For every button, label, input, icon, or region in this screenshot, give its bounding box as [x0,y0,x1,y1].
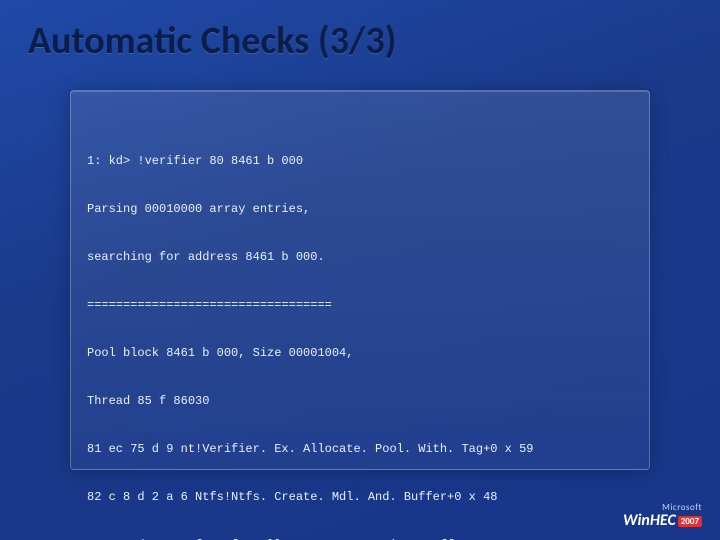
slide: Automatic Checks (3/3) 1: kd> !verifier … [0,0,720,540]
code-line: 1: kd> !verifier 80 8461 b 000 [87,153,633,169]
brand-year: 2007 [678,516,702,527]
footer-logo: Microsoft WinHEC2007 [623,502,702,530]
code-line: 81 ec 75 d 9 nt!Verifier. Ex. Allocate. … [87,441,633,457]
code-panel: 1: kd> !verifier 80 8461 b 000 Parsing 0… [70,90,650,470]
code-line: Parsing 00010000 array entries, [87,201,633,217]
slide-title: Automatic Checks (3/3) [28,18,396,64]
code-line: ================================== [87,297,633,313]
code-line: 82 c 8 d 2 a 6 Ntfs!Ntfs. Create. Mdl. A… [87,489,633,505]
brand-main-text: WinHEC [623,511,676,530]
brand-top: Microsoft [623,502,702,513]
code-line: Pool block 8461 b 000, Size 00001004, [87,345,633,361]
brand-main: WinHEC2007 [623,511,702,530]
code-line: searching for address 8461 b 000. [87,249,633,265]
code-line: Thread 85 f 86030 [87,393,633,409]
code-block: 1: kd> !verifier 80 8461 b 000 Parsing 0… [87,121,633,540]
